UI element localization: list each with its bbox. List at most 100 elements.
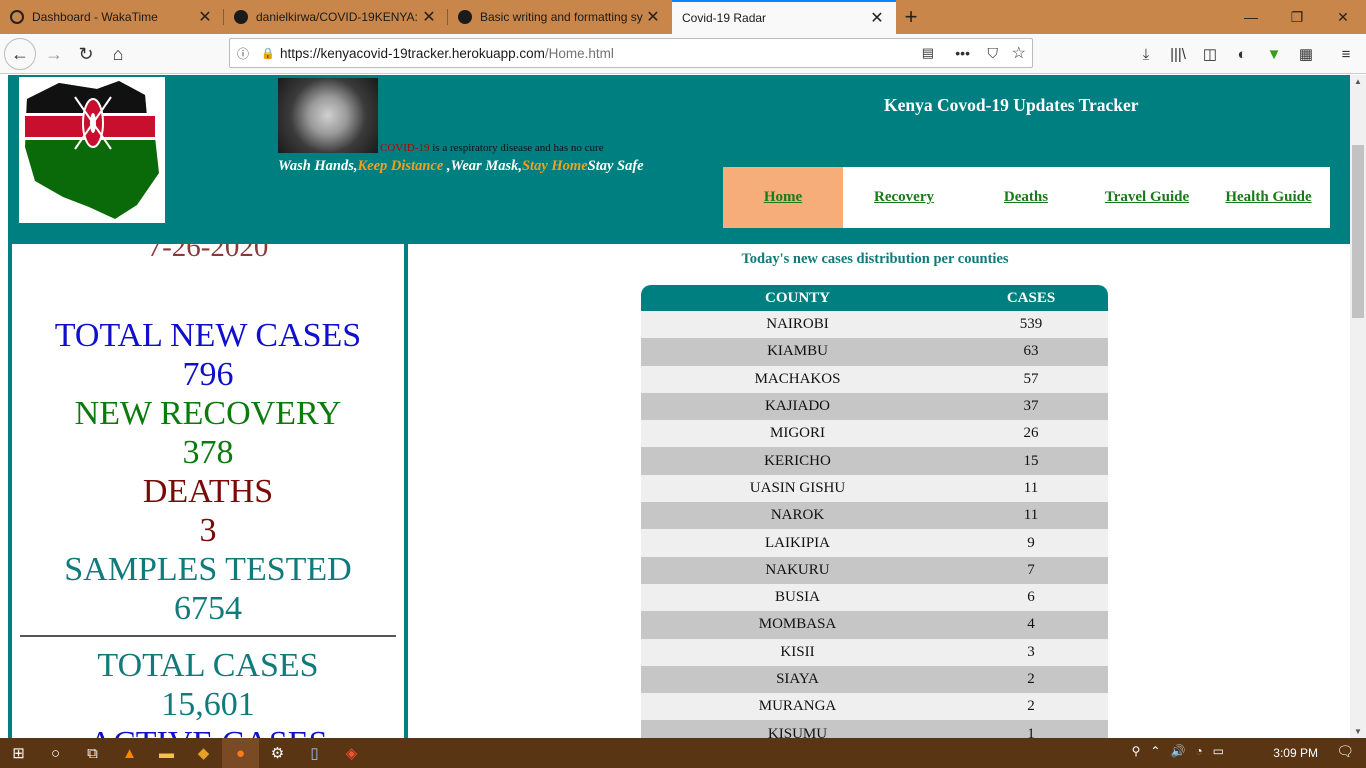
scroll-down-icon[interactable]: ▼ (1354, 727, 1362, 736)
nav-link-deaths[interactable]: Deaths (965, 167, 1087, 228)
nav-link-recovery[interactable]: Recovery (843, 167, 965, 228)
address-bar[interactable]: ⓘ 🔒 https://kenyacovid-19tracker.herokua… (229, 38, 1033, 68)
firefox-icon[interactable]: ● (222, 738, 259, 768)
url-path: /Home.html (544, 45, 614, 61)
browser-tab[interactable]: Basic writing and formatting sy ✕ (448, 0, 672, 34)
vlc-icon[interactable]: ▲ (111, 738, 148, 768)
sublime-text-icon[interactable]: ◆ (185, 738, 222, 768)
close-icon[interactable]: ✕ (420, 7, 438, 27)
county-cell: KISUMU (641, 720, 954, 738)
table-row: NAIROBI 539 (641, 311, 1108, 339)
nav-link-travel-guide[interactable]: Travel Guide (1087, 167, 1207, 228)
more-actions-icon[interactable]: ••• (955, 45, 970, 61)
browser-tab[interactable]: Dashboard - WakaTime ✕ (0, 0, 224, 34)
active-cases-label: ACTIVE CASES (12, 724, 404, 738)
cases-cell: 63 (954, 338, 1108, 366)
settings-gear-icon[interactable]: ⚙ (259, 738, 296, 768)
new-recovery-value: 378 (182, 434, 234, 471)
extension-icon[interactable]: ◐ (1230, 42, 1254, 66)
county-cell: NAIROBI (641, 311, 954, 339)
county-cell: NAROK (641, 502, 954, 530)
minimize-button[interactable]: — (1228, 0, 1274, 34)
table-row: UASIN GISHU 11 (641, 474, 1108, 503)
county-cell: UASIN GISHU (641, 474, 954, 503)
table-row: NAKURU 7 (641, 556, 1108, 584)
cases-cell: 11 (954, 502, 1108, 530)
search-icon[interactable]: ○ (37, 738, 74, 768)
git-icon[interactable]: ◈ (333, 738, 370, 768)
browser-tab-active[interactable]: Covid-19 Radar ✕ (672, 0, 896, 34)
table-row: KISII 3 (641, 638, 1108, 666)
battery-icon[interactable]: ▭ (1213, 744, 1224, 758)
site-nav: Home Recovery Deaths Travel Guide Health… (723, 167, 1330, 228)
slogan-part: Stay Safe (587, 158, 644, 174)
info-icon[interactable]: ⓘ (230, 45, 256, 62)
download-icon[interactable]: ⤓ (1134, 42, 1158, 66)
back-button[interactable]: ← (4, 38, 36, 70)
restore-button[interactable]: ❐ (1274, 0, 1320, 34)
browser-toolbar: ← → ↻ ⌂ ⓘ 🔒 https://kenyacovid-19tracker… (0, 34, 1366, 74)
window-close-button[interactable]: ✕ (1320, 0, 1366, 34)
county-cell: MOMBASA (641, 611, 954, 639)
page-scrollbar[interactable]: ▲ ▼ (1350, 75, 1366, 738)
forward-button[interactable]: → (38, 38, 70, 70)
menu-icon[interactable]: ≡ (1334, 42, 1358, 66)
nav-link-home[interactable]: Home (723, 167, 843, 228)
cases-cell: 2 (954, 665, 1108, 694)
disease-description: is a respiratory disease and has no cure (429, 142, 604, 154)
slogan-part: Stay Home (521, 158, 588, 174)
wifi-icon[interactable]: ◔ (1195, 744, 1202, 758)
reload-button[interactable]: ↻ (70, 38, 102, 70)
county-cell: NAKURU (641, 556, 954, 584)
new-tab-button[interactable]: + (896, 0, 926, 34)
county-cell: KIAMBU (641, 338, 954, 366)
cases-cell: 2 (954, 693, 1108, 721)
total-cases-value: 15,601 (161, 686, 255, 723)
bookmark-star-icon[interactable]: ☆ (1012, 43, 1026, 63)
table-row: KIAMBU 63 (641, 338, 1108, 366)
total-cases-label: TOTAL CASES (97, 647, 319, 684)
table-row: BUSIA 6 (641, 583, 1108, 612)
sidebar-icon[interactable]: ◫ (1198, 42, 1222, 66)
tab-title: danielkirwa/COVID-19KENYA: C (256, 10, 420, 24)
people-icon[interactable]: ⚲ (1132, 744, 1141, 758)
coronavirus-image (278, 78, 378, 153)
library-icon[interactable]: |||\ (1166, 42, 1190, 66)
slogan: Wash Hands,Keep Distance ,Wear Mask,Stay… (278, 158, 644, 175)
browser-tab[interactable]: danielkirwa/COVID-19KENYA: C ✕ (224, 0, 448, 34)
windows-start-icon[interactable]: ⊞ (0, 738, 37, 768)
tab-title: Covid-19 Radar (682, 11, 767, 25)
scroll-up-icon[interactable]: ▲ (1354, 77, 1362, 86)
county-cell: KERICHO (641, 447, 954, 475)
cases-cell: 37 (954, 392, 1108, 421)
close-icon[interactable]: ✕ (196, 7, 214, 27)
taskbar-clock[interactable]: 3:09 PM (1273, 738, 1318, 768)
scrollbar-thumb[interactable] (1352, 145, 1364, 318)
file-explorer-icon[interactable]: ▬ (148, 738, 185, 768)
nav-link-health-guide[interactable]: Health Guide (1207, 167, 1330, 228)
table-row: SIAYA 2 (641, 665, 1108, 694)
county-table-wrapper: COUNTY CASES NAIROBI 539 KIAMBU 63 MACHAKOS 5… (641, 285, 1108, 738)
site-header: COVID-19 is a respiratory disease and ha… (8, 75, 1350, 244)
volume-icon[interactable]: 🔊 (1170, 744, 1185, 758)
download-manager-icon[interactable]: ▼ (1262, 42, 1286, 66)
table-row: MACHAKOS 57 (641, 365, 1108, 393)
slogan-part: ,Wear Mask, (446, 158, 522, 174)
task-view-icon[interactable]: ⧉ (74, 738, 111, 768)
county-cell: SIAYA (641, 665, 954, 694)
home-button[interactable]: ⌂ (102, 38, 134, 70)
cases-cell: 57 (954, 365, 1108, 393)
table-row: KISUMU 1 (641, 720, 1108, 738)
close-icon[interactable]: ✕ (644, 7, 662, 27)
divider (20, 635, 396, 637)
pocket-icon[interactable]: ⛉ (988, 45, 999, 62)
cases-cell: 539 (954, 311, 1108, 339)
notepad-icon[interactable]: ▯ (296, 738, 333, 768)
reader-view-icon[interactable]: ▤ (922, 45, 934, 61)
county-cell: KAJIADO (641, 392, 954, 421)
cases-cell: 9 (954, 529, 1108, 557)
extension-list-icon[interactable]: ▦ (1294, 42, 1318, 66)
notifications-icon[interactable]: 🗨 (1336, 743, 1354, 760)
close-icon[interactable]: ✕ (868, 8, 886, 28)
chevron-up-icon[interactable]: ⌃ (1150, 744, 1160, 758)
